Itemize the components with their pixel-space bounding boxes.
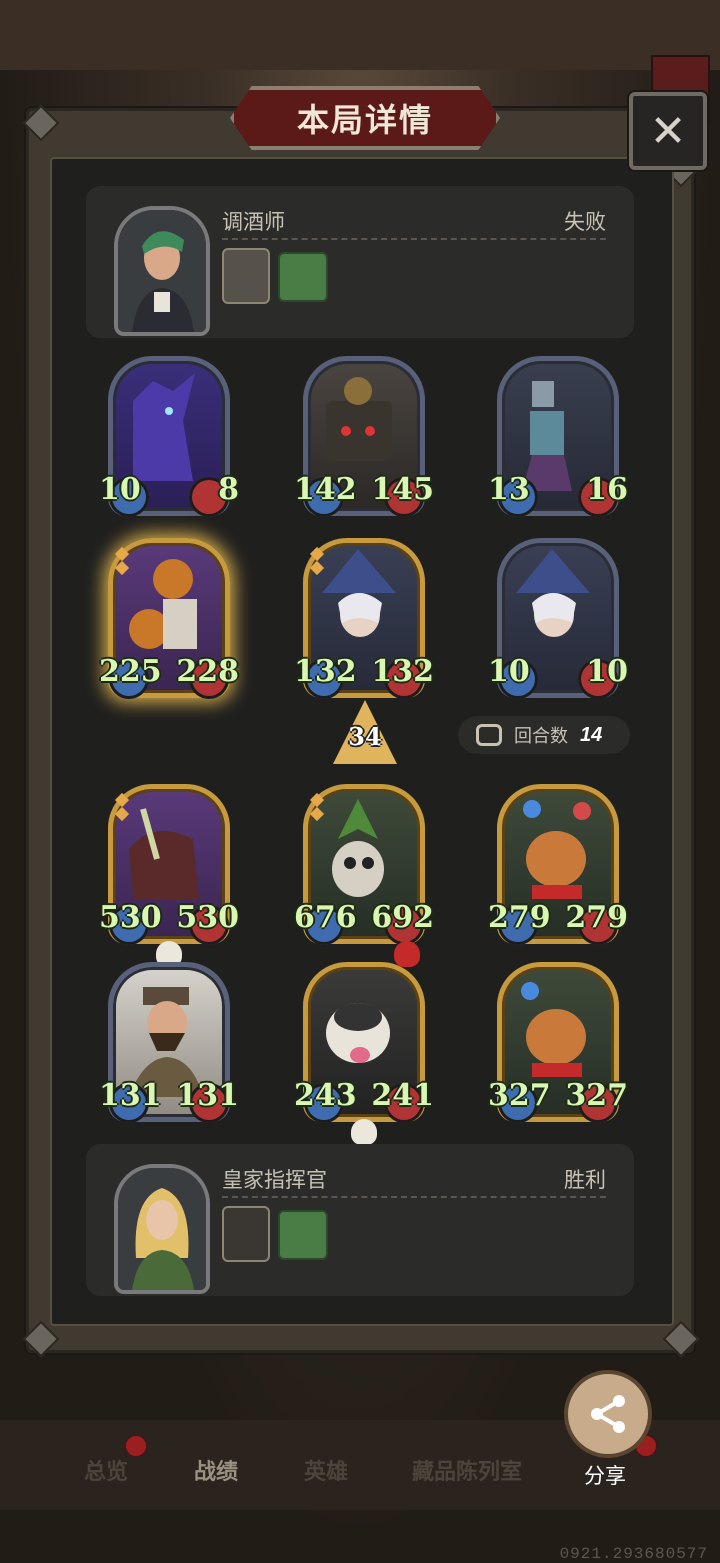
unit-health: 279	[565, 900, 628, 935]
round-label: 回合数	[514, 726, 568, 746]
unit-attack: 131	[99, 1078, 162, 1113]
divider	[222, 238, 606, 240]
share-button[interactable]	[564, 1370, 652, 1458]
self-avatar[interactable]	[114, 1164, 210, 1294]
spellbook-item-icon[interactable]	[278, 1210, 328, 1260]
unit-health: 131	[176, 1078, 239, 1113]
share-icon	[591, 1395, 625, 1433]
unit-health: 132	[371, 654, 434, 689]
ally-unit-card[interactable]: 676 692	[294, 784, 434, 967]
page-title: 本局详情	[296, 102, 433, 138]
ally-unit-card[interactable]: 279 279	[488, 784, 628, 945]
close-button[interactable]: ✕	[629, 92, 707, 170]
opponent-result: 失败	[564, 211, 606, 234]
unit-attack: 10	[488, 654, 530, 689]
enemy-unit-card[interactable]: 13 16	[488, 356, 628, 517]
tab-record[interactable]: 战绩	[194, 1454, 238, 1486]
target-icon	[394, 941, 420, 967]
opponent-avatar[interactable]	[114, 206, 210, 336]
unit-health: 10	[586, 654, 628, 689]
opponent-player-card: 调酒师 失败	[86, 186, 634, 338]
session-id: 0921.293680577	[559, 1545, 708, 1563]
armor-item-icon[interactable]	[222, 248, 270, 304]
unit-attack: 10	[99, 472, 141, 507]
unit-attack: 279	[488, 900, 551, 935]
notification-dot	[124, 1434, 148, 1458]
round-value: 14	[580, 723, 603, 746]
unit-health: 145	[371, 472, 434, 507]
background-top-beam	[0, 0, 720, 70]
ally-unit-card[interactable]: 530 530	[99, 784, 239, 967]
self-result: 胜利	[564, 1169, 606, 1192]
unit-health: 327	[565, 1078, 628, 1113]
divider	[222, 1196, 606, 1198]
unit-health: 228	[176, 654, 239, 689]
damage-value: 34	[348, 722, 382, 751]
skull-icon	[351, 1119, 377, 1145]
self-player-card: 皇家指挥官 胜利	[86, 1144, 634, 1296]
unit-health: 530	[176, 900, 239, 935]
title-plate: 本局详情	[230, 86, 500, 150]
opponent-name: 调酒师	[222, 211, 285, 234]
unit-attack: 225	[99, 654, 162, 689]
tab-collection[interactable]: 藏品陈列室	[412, 1454, 522, 1486]
unit-health: 241	[371, 1078, 434, 1113]
unit-health: 16	[586, 472, 628, 507]
share-label: 分享	[584, 1465, 626, 1488]
unit-attack: 243	[294, 1078, 357, 1113]
enemy-unit-card[interactable]: 225 228	[99, 538, 239, 699]
repeat-icon	[476, 724, 502, 746]
unit-attack: 142	[294, 472, 357, 507]
unit-attack: 676	[294, 900, 357, 935]
enemy-unit-card[interactable]: 142 145	[294, 356, 434, 517]
round-counter: 回合数 14	[458, 716, 630, 754]
close-icon: ✕	[649, 106, 687, 156]
unit-attack: 530	[99, 900, 162, 935]
tab-heroes[interactable]: 英雄	[304, 1454, 348, 1486]
unit-health: 692	[371, 900, 434, 935]
unit-health: 8	[218, 472, 239, 507]
self-name: 皇家指挥官	[222, 1169, 327, 1192]
enemy-unit-card[interactable]: 10 10	[488, 538, 628, 699]
unit-attack: 327	[488, 1078, 551, 1113]
enemy-unit-card[interactable]: 132 132	[294, 538, 434, 699]
ally-unit-card[interactable]: 243 241	[294, 962, 434, 1145]
spellbook-item-icon[interactable]	[278, 252, 328, 302]
tab-overview[interactable]: 总览	[84, 1454, 128, 1486]
relic-item-icon[interactable]	[222, 1206, 270, 1262]
unit-attack: 132	[294, 654, 357, 689]
ally-unit-card[interactable]: 327 327	[488, 962, 628, 1123]
enemy-unit-card[interactable]: 10 8	[99, 356, 239, 517]
ally-unit-card[interactable]: 131 131	[99, 962, 239, 1123]
unit-attack: 13	[488, 472, 530, 507]
